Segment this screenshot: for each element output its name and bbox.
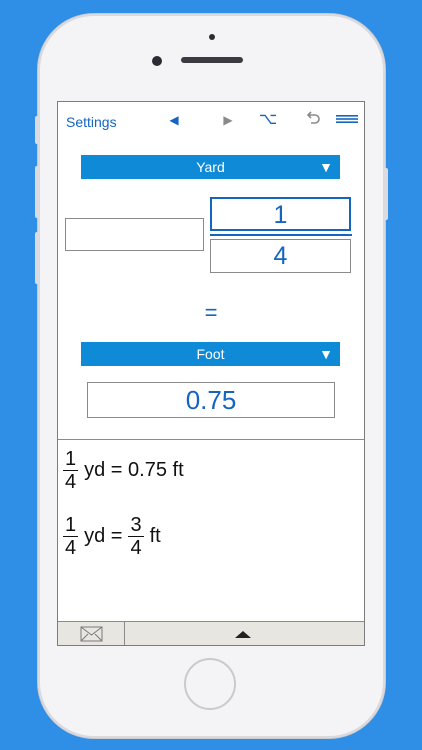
- chevron-down-icon: ▼: [319, 346, 333, 362]
- result-text: yd = 0.75 ft: [84, 459, 184, 481]
- volume-up-button: [35, 166, 39, 218]
- fraction-bar: [210, 234, 352, 236]
- triangle-left-icon[interactable]: ◀: [164, 110, 184, 130]
- result-line-decimal: 1 4 yd = 0.75 ft: [63, 448, 190, 493]
- result-value: 0.75: [87, 382, 335, 418]
- volume-down-button: [35, 232, 39, 284]
- result-line-fraction: 1 4 yd = 3 4 ft: [63, 514, 167, 559]
- settings-link[interactable]: Settings: [66, 114, 117, 130]
- earpiece-speaker: [181, 57, 243, 63]
- equals-sign: =: [204, 300, 218, 325]
- home-button[interactable]: [184, 658, 236, 710]
- triangle-right-icon[interactable]: ▶: [218, 110, 238, 130]
- divider: [58, 439, 364, 440]
- option-key-icon[interactable]: ⌥: [258, 110, 278, 130]
- front-camera: [152, 56, 162, 66]
- mute-switch: [35, 116, 39, 144]
- triangle-up-icon: [235, 631, 251, 638]
- to-unit-label: Foot: [196, 346, 225, 362]
- envelope-icon: [80, 626, 103, 642]
- whole-number-input[interactable]: [65, 218, 204, 251]
- from-unit-label: Yard: [196, 159, 225, 175]
- input-fraction: 1 4: [63, 448, 79, 493]
- undo-icon[interactable]: [303, 110, 323, 130]
- app-screen: Settings ◀ ▶ ⌥ Yard ▼ 1 4 = Foot ▼ 0.75: [57, 101, 365, 646]
- result-unit: ft: [149, 525, 161, 547]
- to-unit-dropdown[interactable]: Foot ▼: [81, 342, 340, 366]
- numerator-input[interactable]: 1: [210, 197, 351, 231]
- input-fraction: 1 4: [63, 514, 79, 559]
- result-fraction: 3 4: [128, 514, 144, 559]
- expand-panel-button[interactable]: [126, 622, 364, 645]
- power-button: [384, 168, 388, 220]
- bottom-bar: [58, 621, 364, 645]
- result-middle-text: yd =: [84, 525, 123, 547]
- from-unit-dropdown[interactable]: Yard ▼: [81, 155, 340, 179]
- denominator-input[interactable]: 4: [210, 239, 351, 273]
- email-button[interactable]: [58, 622, 125, 645]
- sensor-dot: [209, 34, 215, 40]
- toolbar: Settings ◀ ▶ ⌥: [58, 102, 364, 138]
- menu-icon[interactable]: [336, 110, 358, 130]
- chevron-down-icon: ▼: [319, 159, 333, 175]
